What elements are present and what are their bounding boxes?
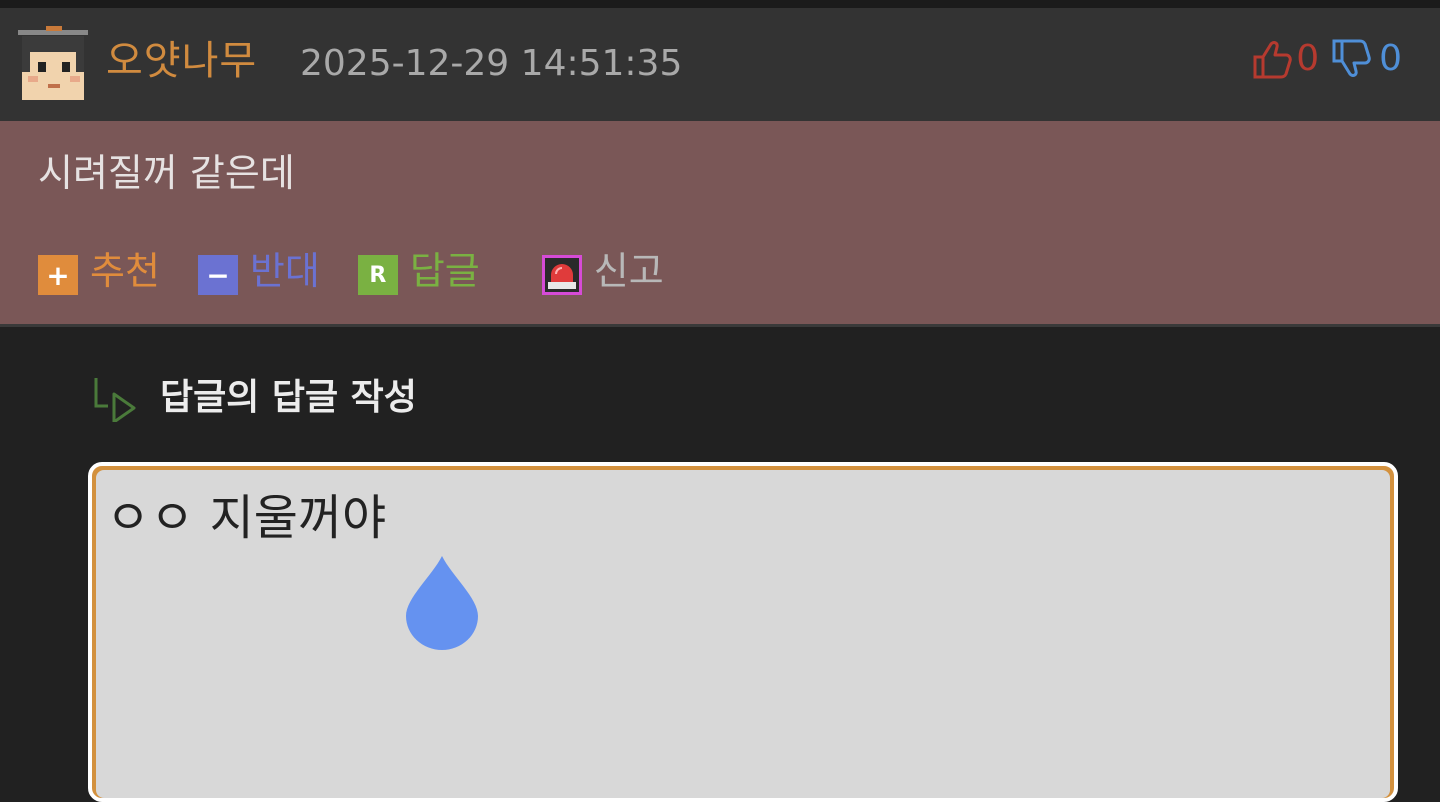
reply-textarea[interactable]: ㅇㅇ 지울꺼야	[96, 470, 1390, 798]
reply-textarea-frame: ㅇㅇ 지울꺼야	[88, 462, 1398, 802]
siren-icon	[541, 255, 582, 295]
reply-label: 답글	[409, 249, 480, 293]
post-header: 오얏나무 2025-12-29 14:51:35 0 0	[0, 8, 1440, 121]
comment-actions: + 추천 − 반대 R 답글 신고	[38, 247, 702, 295]
post-timestamp: 2025-12-29 14:51:35	[300, 43, 683, 84]
section-divider	[0, 324, 1440, 327]
reply-form-title: 답글의 답글 작성	[160, 377, 417, 418]
reply-icon: R	[357, 255, 398, 295]
recommend-button[interactable]: + 추천	[38, 247, 160, 295]
reply-button[interactable]: R 답글	[357, 247, 480, 295]
report-label: 신고	[593, 249, 664, 293]
top-strip	[0, 0, 1440, 8]
oppose-button[interactable]: − 반대	[197, 247, 320, 295]
thumbs-up-icon[interactable]	[1252, 38, 1294, 80]
vote-counts: 0 0	[1252, 38, 1402, 80]
upvote-count: 0	[1296, 38, 1320, 79]
plus-icon: +	[38, 255, 78, 295]
username[interactable]: 오얏나무	[106, 38, 257, 84]
water-drop-icon[interactable]	[402, 554, 482, 654]
reply-input-value: ㅇㅇ 지울꺼야	[106, 490, 387, 546]
downvote-count: 0	[1379, 38, 1402, 79]
recommend-label: 추천	[90, 249, 160, 293]
comment-text: 시려질꺼 같은데	[38, 151, 295, 195]
oppose-label: 반대	[249, 249, 320, 293]
report-button[interactable]: 신고	[541, 247, 664, 295]
comment-body: 시려질꺼 같은데 + 추천 − 반대 R 답글 신고	[0, 121, 1440, 324]
thumbs-down-icon[interactable]	[1331, 38, 1373, 80]
reply-arrow-icon	[94, 378, 136, 422]
avatar[interactable]	[18, 26, 88, 102]
minus-icon: −	[197, 255, 238, 295]
reply-form-header: 답글의 답글 작성	[92, 374, 417, 422]
